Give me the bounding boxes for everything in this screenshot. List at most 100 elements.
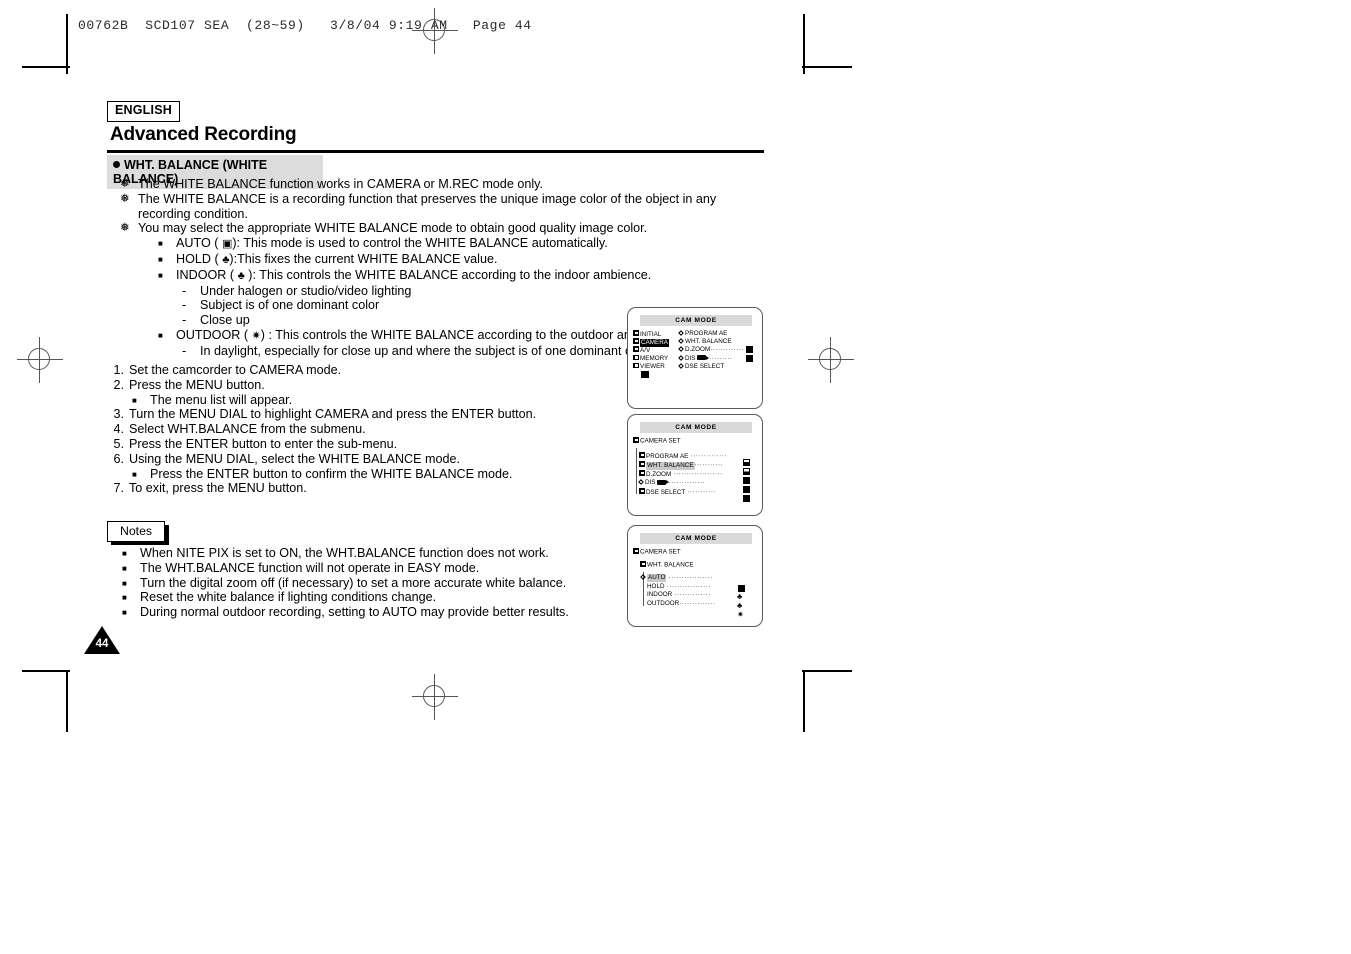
lcd-title-2: CAM MODE bbox=[640, 422, 752, 433]
osd-submenu-1: PROGRAM AE WHT. BALANCE D.ZOOM··········… bbox=[678, 330, 744, 371]
notes-list: ■ When NITE PIX is set to ON, the WHT.BA… bbox=[122, 546, 642, 620]
step-substep: ■ Press the ENTER button to confirm the … bbox=[132, 467, 624, 482]
list-item: ❅ You may select the appropriate WHITE B… bbox=[120, 221, 750, 236]
osd-label: WHT. BALANCE bbox=[646, 461, 695, 470]
folder-icon bbox=[633, 330, 639, 336]
step-item: 5. Press the ENTER button to enter the s… bbox=[104, 437, 624, 452]
list-item: ❅ The WHITE BALANCE function works in CA… bbox=[120, 177, 750, 192]
osd-breadcrumb-label: CAMERA SET bbox=[640, 548, 681, 556]
square-bullet-icon: ■ bbox=[158, 330, 163, 340]
notes-tab-label: Notes bbox=[119, 524, 153, 538]
step-number: 3. bbox=[113, 407, 124, 422]
camera-icon bbox=[656, 479, 669, 485]
camera-icon bbox=[696, 355, 709, 361]
osd-row[interactable]: WHT. BALANCE··········· bbox=[639, 461, 758, 470]
osd-label: AUTO bbox=[647, 574, 667, 583]
step-text: To exit, press the MENU button. bbox=[129, 481, 307, 496]
substep-text: Press the ENTER button to confirm the WH… bbox=[150, 466, 513, 481]
leader-dots: ·············· bbox=[679, 599, 716, 607]
diamond-icon bbox=[678, 330, 684, 336]
folder-icon bbox=[639, 488, 645, 494]
auto-square-icon bbox=[738, 585, 745, 592]
osd-label: DSE SELECT bbox=[646, 488, 686, 496]
mode-label: AUTO ( bbox=[176, 236, 222, 251]
osd-label: D.ZOOM bbox=[646, 470, 672, 478]
note-item: ■ When NITE PIX is set to ON, the WHT.BA… bbox=[122, 546, 642, 561]
step-item: 3. Turn the MENU DIAL to highlight CAMER… bbox=[104, 407, 624, 422]
osd-row[interactable]: PROGRAM AE bbox=[678, 330, 744, 338]
step-item: 6. Using the MENU DIAL, select the WHITE… bbox=[104, 452, 624, 467]
leader-dots: ··········· bbox=[694, 461, 724, 469]
folder-icon bbox=[633, 338, 639, 344]
osd-label: OUTDOOR bbox=[647, 599, 680, 607]
cursor-square-icon bbox=[641, 370, 649, 378]
indoor-bulb-icon: ♣ bbox=[737, 601, 743, 610]
osd-row[interactable]: AUTO ················· bbox=[640, 574, 758, 583]
osd-row[interactable]: D.ZOOM ··················· bbox=[639, 470, 758, 479]
lcd-title-3: CAM MODE bbox=[640, 533, 752, 544]
leader-dots: ·········· bbox=[706, 354, 733, 362]
osd-label: INDOOR bbox=[647, 591, 673, 599]
osd-row[interactable]: D.ZOOM············· bbox=[678, 346, 744, 354]
folder-icon bbox=[639, 470, 645, 476]
step-text: Select WHT.BALANCE from the submenu. bbox=[129, 422, 366, 437]
osd-row[interactable]: PROGRAM AE ·············· bbox=[639, 452, 758, 461]
osd-row[interactable]: WHT. BALANCE bbox=[678, 338, 744, 346]
square-bullet-icon: ■ bbox=[132, 395, 137, 405]
substep-text: The menu list will appear. bbox=[150, 392, 293, 407]
value-box-icon bbox=[743, 486, 750, 493]
square-bullet-icon: ■ bbox=[158, 254, 163, 264]
value-box-icon bbox=[743, 495, 750, 502]
page-number-label: 44 bbox=[95, 638, 109, 650]
folder-icon bbox=[639, 461, 645, 467]
step-text: Set the camcorder to CAMERA mode. bbox=[129, 363, 342, 377]
step-number: 1. bbox=[113, 363, 124, 377]
page-number-badge: 44 bbox=[84, 626, 120, 654]
osd-menu-2: CAMERA SET PROGRAM AE ·············· WHT… bbox=[633, 437, 758, 502]
osd-label: DIS bbox=[685, 354, 696, 362]
osd-label: WHT. BALANCE bbox=[685, 338, 732, 346]
list-item-indoor-mode: ■ INDOOR ( ♣ ): This controls the WHITE … bbox=[158, 268, 750, 284]
folder-open-icon bbox=[640, 561, 646, 567]
osd-breadcrumb-label: WHT. BALANCE bbox=[647, 561, 694, 569]
mode-description: ) : This controls the WHITE BALANCE acco… bbox=[260, 327, 675, 342]
osd-label: PROGRAM AE bbox=[685, 330, 728, 337]
diamond-icon bbox=[678, 346, 684, 353]
list-item-hold-mode: ■ HOLD ( ♣):This fixes the current WHITE… bbox=[158, 252, 750, 268]
osd-row[interactable]: DSE SELECT ··········· bbox=[639, 488, 758, 497]
list-item-text: In daylight, especially for close up and… bbox=[200, 343, 656, 358]
outdoor-sun-icon: ✷ bbox=[737, 610, 744, 619]
osd-row bbox=[633, 370, 758, 379]
folder-icon bbox=[633, 346, 639, 352]
step-number: 6. bbox=[113, 451, 124, 466]
list-item: - Under halogen or studio/video lighting bbox=[182, 284, 750, 299]
leader-dots: ················· bbox=[666, 574, 713, 581]
step-text: Press the MENU button. bbox=[129, 377, 265, 392]
lcd-screen-3: CAM MODE CAMERA SET WHT. BALANCE AUTO ··… bbox=[627, 525, 763, 627]
note-item: ■ Reset the white balance if lighting co… bbox=[122, 590, 642, 605]
note-text: When NITE PIX is set to ON, the WHT.BALA… bbox=[140, 546, 549, 560]
square-bullet-icon: ■ bbox=[122, 563, 127, 573]
value-box-icon bbox=[746, 355, 753, 362]
dash-bullet-icon: - bbox=[182, 313, 187, 328]
list-item-auto-mode: ■ AUTO ( ▣): This mode is used to contro… bbox=[158, 236, 750, 252]
page-title: Advanced Recording bbox=[110, 124, 297, 145]
mode-description: ): This controls the WHITE BALANCE accor… bbox=[244, 267, 652, 282]
flower-bullet-icon: ❅ bbox=[120, 222, 130, 235]
osd-row[interactable]: DIS ·········· bbox=[678, 354, 744, 363]
folder-icon bbox=[639, 452, 645, 458]
mode-description: ): This mode is used to control the WHIT… bbox=[232, 236, 608, 251]
flower-bullet-icon: ❅ bbox=[120, 178, 130, 190]
square-bullet-icon: ■ bbox=[158, 270, 163, 280]
folder-icon bbox=[633, 354, 639, 361]
osd-breadcrumb: CAMERA SET bbox=[633, 548, 758, 561]
list-item-text: Close up bbox=[200, 313, 250, 328]
osd-row[interactable]: DSE SELECT bbox=[678, 363, 744, 371]
note-text: During normal outdoor recording, setting… bbox=[140, 605, 569, 620]
leader-dots: ·············· bbox=[672, 591, 711, 599]
leader-dots: ·············· bbox=[688, 452, 727, 460]
osd-row[interactable]: DIS ·············· bbox=[638, 479, 758, 488]
leader-dots: ············· bbox=[710, 346, 744, 354]
step-item: 1. Set the camcorder to CAMERA mode. bbox=[104, 363, 624, 378]
dash-bullet-icon: - bbox=[182, 298, 187, 313]
